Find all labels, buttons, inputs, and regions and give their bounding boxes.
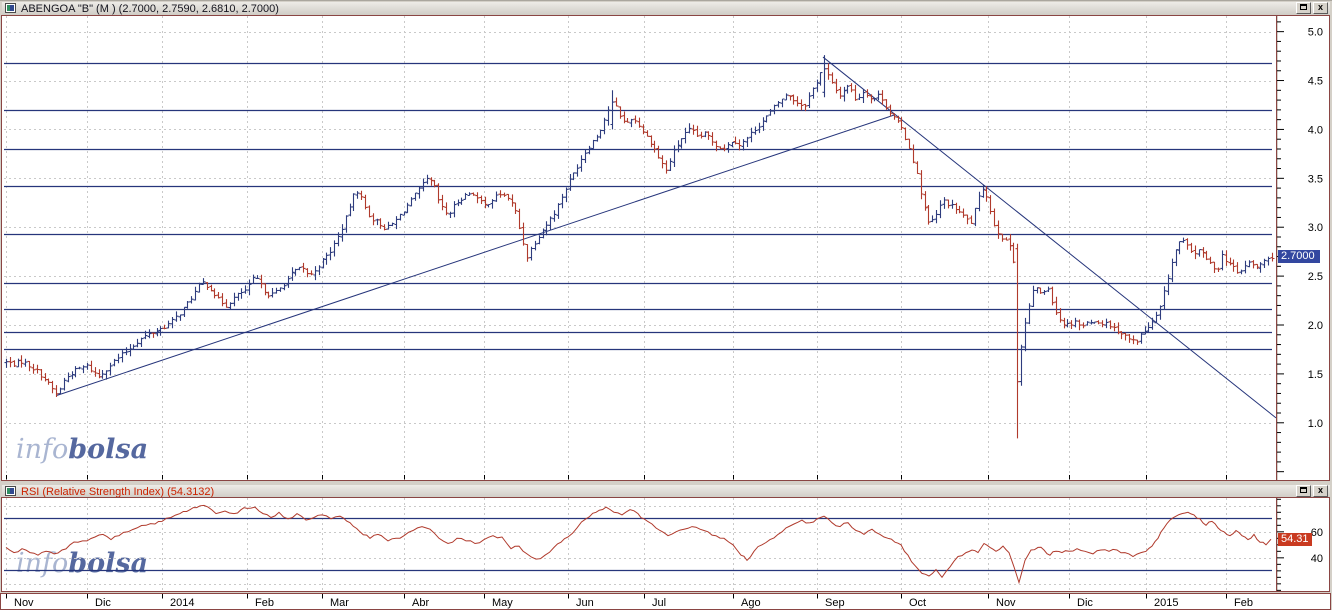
infobolsa-watermark: infobolsa	[16, 550, 148, 578]
rsi-value-tag: 54.31	[1278, 533, 1312, 546]
main-plot-area[interactable]	[2, 16, 1276, 480]
main-chart-titlebar[interactable]: ABENGOA "B" (M ) (2.7000, 2.7590, 2.6810…	[2, 2, 1330, 15]
chart-window: ABENGOA "B" (M ) (2.7000, 2.7590, 2.6810…	[0, 0, 1332, 610]
infobolsa-watermark: infobolsa	[16, 436, 148, 464]
close-button[interactable]: x	[1313, 2, 1328, 14]
watermark-bolsa: bolsa	[68, 434, 149, 465]
chart-icon	[5, 486, 16, 496]
maximize-button[interactable]	[1296, 2, 1311, 14]
maximize-icon	[1300, 487, 1307, 493]
chart-icon	[5, 3, 16, 13]
watermark-bolsa: bolsa	[68, 548, 149, 579]
rsi-plot-area[interactable]	[2, 498, 1276, 591]
watermark-info: info	[16, 434, 69, 465]
watermark-info: info	[16, 548, 69, 579]
price-axis[interactable]	[1278, 16, 1329, 480]
rsi-titlebar[interactable]: RSI (Relative Strength Index) (54.3132) …	[2, 485, 1330, 498]
rsi-maximize-button[interactable]	[1296, 485, 1311, 497]
rsi-title: RSI (Relative Strength Index) (54.3132)	[21, 486, 215, 498]
main-chart-title: ABENGOA "B" (M ) (2.7000, 2.7590, 2.6810…	[21, 3, 279, 15]
last-price-tag: 2.7000	[1278, 250, 1320, 263]
time-axis[interactable]	[1, 594, 1330, 609]
maximize-icon	[1300, 4, 1307, 10]
rsi-close-button[interactable]: x	[1313, 485, 1328, 497]
